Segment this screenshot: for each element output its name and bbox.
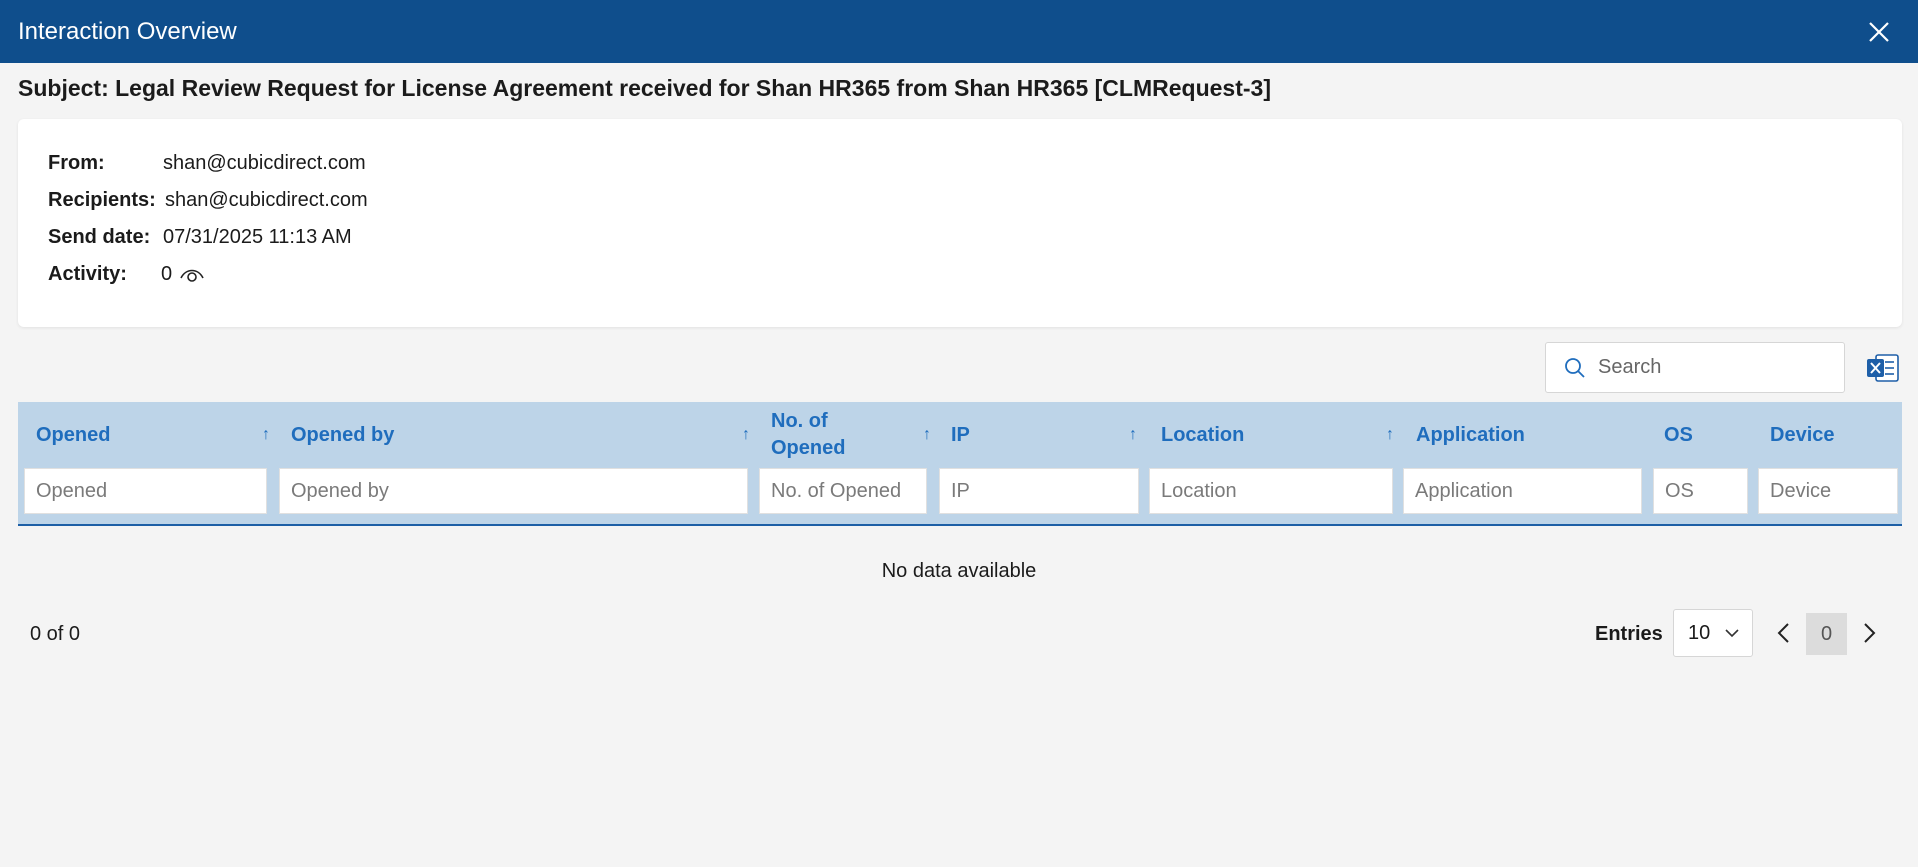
- dialog-header: Interaction Overview: [0, 0, 1918, 63]
- recipients-label: Recipients:: [48, 189, 156, 211]
- email-subject: Subject: Legal Review Request for Licens…: [18, 75, 1271, 101]
- filter-no-of-opened[interactable]: [759, 468, 927, 514]
- next-page-icon[interactable]: [1858, 620, 1880, 646]
- filter-device[interactable]: [1758, 468, 1898, 514]
- excel-export-icon[interactable]: [1866, 352, 1900, 384]
- column-label: Application: [1416, 423, 1525, 446]
- record-count: 0 of 0: [30, 623, 81, 645]
- sort-arrow-icon[interactable]: ↑: [1386, 426, 1394, 444]
- entries-value: 10: [1688, 621, 1711, 644]
- sort-arrow-icon[interactable]: ↑: [262, 426, 270, 444]
- search-box[interactable]: [1545, 342, 1845, 393]
- send-date-value: 07/31/2025 11:13 AM: [163, 226, 352, 248]
- column-label: Opened: [36, 423, 111, 446]
- recipients-value: shan@cubicdirect.com: [165, 189, 368, 211]
- sort-arrow-icon[interactable]: ↑: [742, 426, 750, 444]
- filter-location[interactable]: [1149, 468, 1393, 514]
- column-header-application[interactable]: Application: [1416, 402, 1636, 468]
- filter-application[interactable]: [1403, 468, 1642, 514]
- column-label: IP: [951, 423, 970, 446]
- column-header-opened[interactable]: Opened ↑: [36, 402, 276, 468]
- dialog-title: Interaction Overview: [18, 17, 237, 45]
- chevron-down-icon: [1725, 629, 1739, 638]
- column-label: No. of Opened: [771, 410, 846, 459]
- from-row: From: shan@cubicdirect.com: [48, 152, 366, 175]
- activity-label: Activity:: [48, 263, 127, 285]
- activity-row: Activity: 0: [48, 263, 205, 286]
- column-header-no-of-opened[interactable]: No. of Opened ↑: [771, 402, 941, 468]
- send-date-label: Send date:: [48, 226, 151, 248]
- current-page-button[interactable]: 0: [1806, 613, 1847, 655]
- email-details-card: From: shan@cubicdirect.com Recipients: s…: [18, 119, 1902, 327]
- eye-icon: [180, 269, 204, 282]
- empty-grid-message: No data available: [881, 560, 1037, 582]
- column-header-os[interactable]: OS: [1664, 402, 1744, 468]
- entries-dropdown[interactable]: 10: [1673, 609, 1753, 657]
- close-icon[interactable]: [1866, 19, 1892, 45]
- search-input[interactable]: [1598, 356, 1828, 379]
- column-label: Location: [1161, 423, 1245, 446]
- filter-opened[interactable]: [24, 468, 267, 514]
- column-header-ip[interactable]: IP ↑: [951, 402, 1151, 468]
- column-label: Device: [1770, 423, 1835, 446]
- send-date-row: Send date: 07/31/2025 11:13 AM: [48, 226, 352, 249]
- previous-page-icon[interactable]: [1773, 620, 1795, 646]
- filter-ip[interactable]: [939, 468, 1139, 514]
- activity-value: 0: [161, 263, 173, 285]
- column-label: OS: [1664, 423, 1693, 446]
- from-label: From:: [48, 152, 105, 174]
- filter-opened-by[interactable]: [279, 468, 748, 514]
- column-label: Opened by: [291, 423, 395, 446]
- sort-arrow-icon[interactable]: ↑: [1129, 426, 1137, 444]
- column-header-device[interactable]: Device: [1770, 402, 1890, 468]
- column-header-location[interactable]: Location ↑: [1161, 402, 1411, 468]
- grid-header: Opened ↑ Opened by ↑ No. of Opened ↑ IP …: [18, 402, 1902, 526]
- from-value: shan@cubicdirect.com: [163, 152, 366, 174]
- search-icon: [1565, 357, 1585, 378]
- recipients-row: Recipients: shan@cubicdirect.com: [48, 189, 368, 212]
- sort-arrow-icon[interactable]: ↑: [923, 426, 931, 444]
- entries-label: Entries: [1595, 623, 1663, 645]
- filter-os[interactable]: [1653, 468, 1748, 514]
- column-header-opened-by[interactable]: Opened by ↑: [291, 402, 761, 468]
